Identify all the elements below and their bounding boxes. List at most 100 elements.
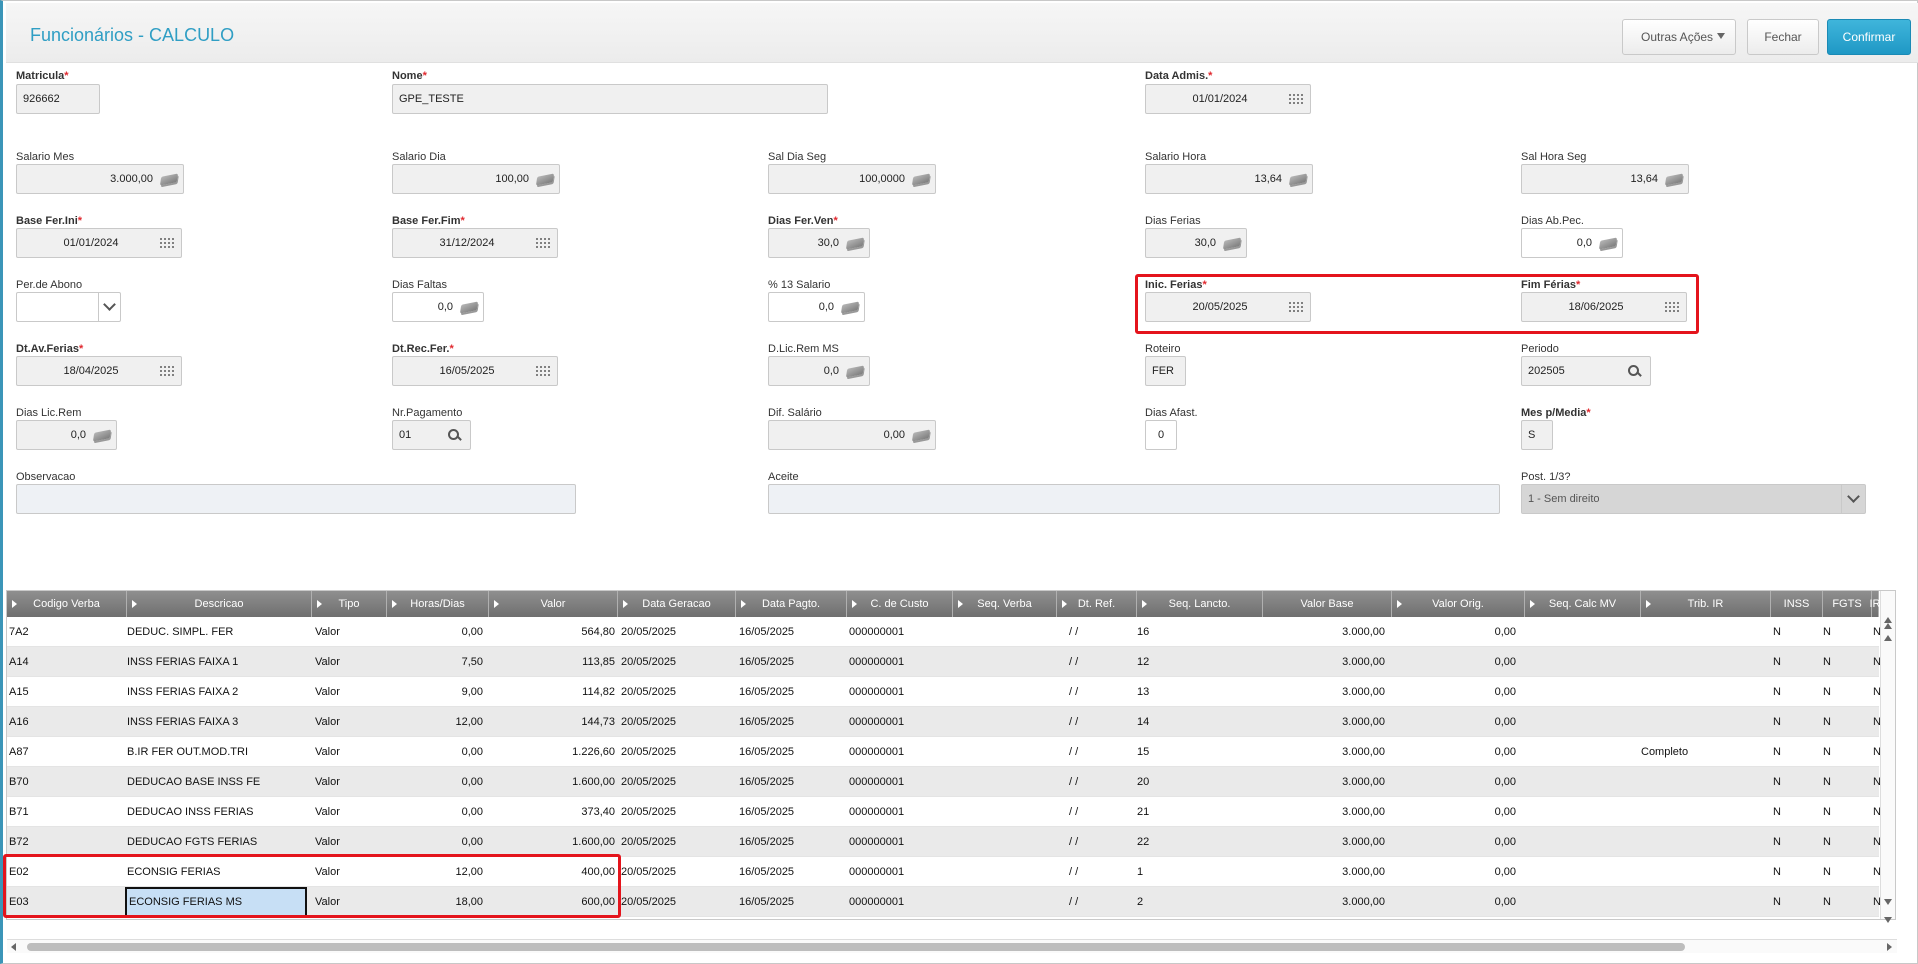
salario-dia-field[interactable]: 100,00 xyxy=(392,164,560,194)
table-row[interactable]: 7A2 DEDUC. SIMPL. FER Valor 0,00 564,80 20/05… xyxy=(7,617,1881,647)
grid-cell[interactable]: / / xyxy=(1059,677,1129,707)
grid-cell[interactable]: B.IR FER OUT.MOD.TRI xyxy=(127,737,307,767)
grid-cell[interactable]: 000000001 xyxy=(849,677,959,707)
scroll-down-icon[interactable] xyxy=(1884,899,1892,905)
grid-cell[interactable]: 15 xyxy=(1137,737,1257,767)
grid-cell[interactable]: Valor xyxy=(315,857,385,887)
grid-cell[interactable] xyxy=(1641,647,1761,677)
grid-cell[interactable] xyxy=(1641,677,1761,707)
periodo-field[interactable]: 202505 xyxy=(1521,356,1651,386)
grid-cell[interactable]: N xyxy=(1773,827,1813,857)
grid-header-16[interactable]: FGTS xyxy=(1823,591,1872,617)
dt-rec-fer-field[interactable]: 16/05/2025 xyxy=(392,356,558,386)
vertical-scrollbar[interactable] xyxy=(1880,591,1895,923)
scroll-bottom-icon[interactable] xyxy=(1884,917,1892,923)
grid-cell[interactable]: 3.000,00 xyxy=(1263,887,1385,917)
grid-cell[interactable]: B70 xyxy=(9,767,119,797)
grid-cell[interactable]: 000000001 xyxy=(849,827,959,857)
grid-cell[interactable] xyxy=(953,677,1053,707)
grid-cell[interactable] xyxy=(1525,797,1635,827)
grid-cell[interactable]: INSS FERIAS FAIXA 2 xyxy=(127,677,307,707)
chevron-down-icon[interactable] xyxy=(98,293,120,321)
grid-cell[interactable]: 373,40 xyxy=(489,797,615,827)
grid-cell[interactable] xyxy=(953,827,1053,857)
dias-ferias-field[interactable]: 30,0 xyxy=(1145,228,1247,258)
money-icon[interactable] xyxy=(911,172,931,186)
grid-header-6[interactable]: Data Pagto. xyxy=(736,591,847,617)
grid-cell[interactable]: B72 xyxy=(9,827,119,857)
money-icon[interactable] xyxy=(535,172,555,186)
grid-cell[interactable]: / / xyxy=(1059,797,1129,827)
money-icon[interactable] xyxy=(92,428,112,442)
base-fer-fim-field[interactable]: 31/12/2024 xyxy=(392,228,558,258)
grid-header-7[interactable]: C. de Custo xyxy=(847,591,953,617)
grid-cell[interactable]: 16/05/2025 xyxy=(739,617,849,647)
grid-cell[interactable]: N xyxy=(1773,887,1813,917)
table-row[interactable]: E02 ECONSIG FERIAS Valor 12,00 400,00 20/05/2… xyxy=(7,857,1881,887)
search-icon[interactable] xyxy=(446,428,464,442)
grid-cell[interactable]: 20/05/2025 xyxy=(621,707,731,737)
grid-header-11[interactable]: Valor Base xyxy=(1263,591,1392,617)
grid-cell[interactable]: 000000001 xyxy=(849,647,959,677)
grid-cell[interactable]: 13 xyxy=(1137,677,1257,707)
fechar-button[interactable]: Fechar xyxy=(1747,19,1819,55)
grid-cell[interactable] xyxy=(953,617,1053,647)
grid-header-1[interactable]: Descricao xyxy=(127,591,312,617)
grid-cell[interactable]: 7,50 xyxy=(387,647,483,677)
nome-field[interactable]: GPE_TESTE xyxy=(392,84,828,114)
grid-cell[interactable]: N xyxy=(1823,827,1863,857)
grid-cell[interactable]: 20/05/2025 xyxy=(621,827,731,857)
grid-cell[interactable]: 0,00 xyxy=(1392,617,1516,647)
chevron-down-icon[interactable] xyxy=(1841,485,1865,513)
grid-cell[interactable]: DEDUCAO INSS FERIAS xyxy=(127,797,307,827)
roteiro-field[interactable]: FER xyxy=(1145,356,1186,386)
grid-cell[interactable]: 16/05/2025 xyxy=(739,737,849,767)
dias-fer-ven-field[interactable]: 30,0 xyxy=(768,228,870,258)
grid-cell[interactable]: 0,00 xyxy=(387,737,483,767)
grid-header-3[interactable]: Horas/Dias xyxy=(387,591,489,617)
calendar-icon[interactable] xyxy=(159,236,175,250)
grid-cell[interactable]: / / xyxy=(1059,647,1129,677)
grid-cell[interactable] xyxy=(953,647,1053,677)
grid-cell[interactable]: 1.600,00 xyxy=(489,767,615,797)
grid-cell[interactable]: 0,00 xyxy=(1392,677,1516,707)
grid-cell[interactable]: 16/05/2025 xyxy=(739,827,849,857)
calendar-icon[interactable] xyxy=(1288,300,1304,314)
grid-cell[interactable]: 16/05/2025 xyxy=(739,797,849,827)
grid-cell[interactable]: A14 xyxy=(9,647,119,677)
dif-salario-field[interactable]: 0,00 xyxy=(768,420,936,450)
grid-cell[interactable]: 600,00 xyxy=(489,887,615,917)
table-row[interactable]: B71 DEDUCAO INSS FERIAS Valor 0,00 373,40 20/… xyxy=(7,797,1881,827)
salario-mes-field[interactable]: 3.000,00 xyxy=(16,164,184,194)
grid-cell[interactable]: 20/05/2025 xyxy=(621,737,731,767)
grid-cell[interactable]: N xyxy=(1773,767,1813,797)
grid-cell[interactable]: 0,00 xyxy=(387,767,483,797)
grid-cell[interactable] xyxy=(953,707,1053,737)
grid-cell[interactable] xyxy=(1525,737,1635,767)
grid-cell[interactable]: 3.000,00 xyxy=(1263,737,1385,767)
grid-cell[interactable] xyxy=(1525,827,1635,857)
grid-cell[interactable]: 16/05/2025 xyxy=(739,887,849,917)
grid-cell[interactable]: E02 xyxy=(9,857,119,887)
grid-cell[interactable]: Valor xyxy=(315,647,385,677)
grid-cell[interactable]: / / xyxy=(1059,737,1129,767)
grid-cell[interactable] xyxy=(1525,707,1635,737)
grid-cell[interactable]: N xyxy=(1773,857,1813,887)
grid-cell[interactable]: Valor xyxy=(315,827,385,857)
grid-cell[interactable]: 14 xyxy=(1137,707,1257,737)
grid-cell[interactable] xyxy=(1641,797,1761,827)
grid-header-8[interactable]: Seq. Verba xyxy=(953,591,1057,617)
grid-cell[interactable]: N xyxy=(1773,617,1813,647)
outras-acoes-button[interactable]: Outras Ações xyxy=(1622,19,1736,55)
grid-cell[interactable]: N xyxy=(1823,677,1863,707)
grid-cell[interactable]: 1 xyxy=(1137,857,1257,887)
sal-dia-seg-field[interactable]: 100,0000 xyxy=(768,164,936,194)
mes-p-media-field[interactable]: S xyxy=(1521,420,1553,450)
grid-cell[interactable]: 400,00 xyxy=(489,857,615,887)
scroll-thumb[interactable] xyxy=(27,943,1685,951)
grid-cell[interactable]: 000000001 xyxy=(849,737,959,767)
grid-header-14[interactable]: Trib. IR xyxy=(1641,591,1771,617)
grid-cell[interactable]: 1.226,60 xyxy=(489,737,615,767)
grid-cell[interactable]: 0,00 xyxy=(1392,707,1516,737)
grid-header-15[interactable]: INSS xyxy=(1771,591,1823,617)
